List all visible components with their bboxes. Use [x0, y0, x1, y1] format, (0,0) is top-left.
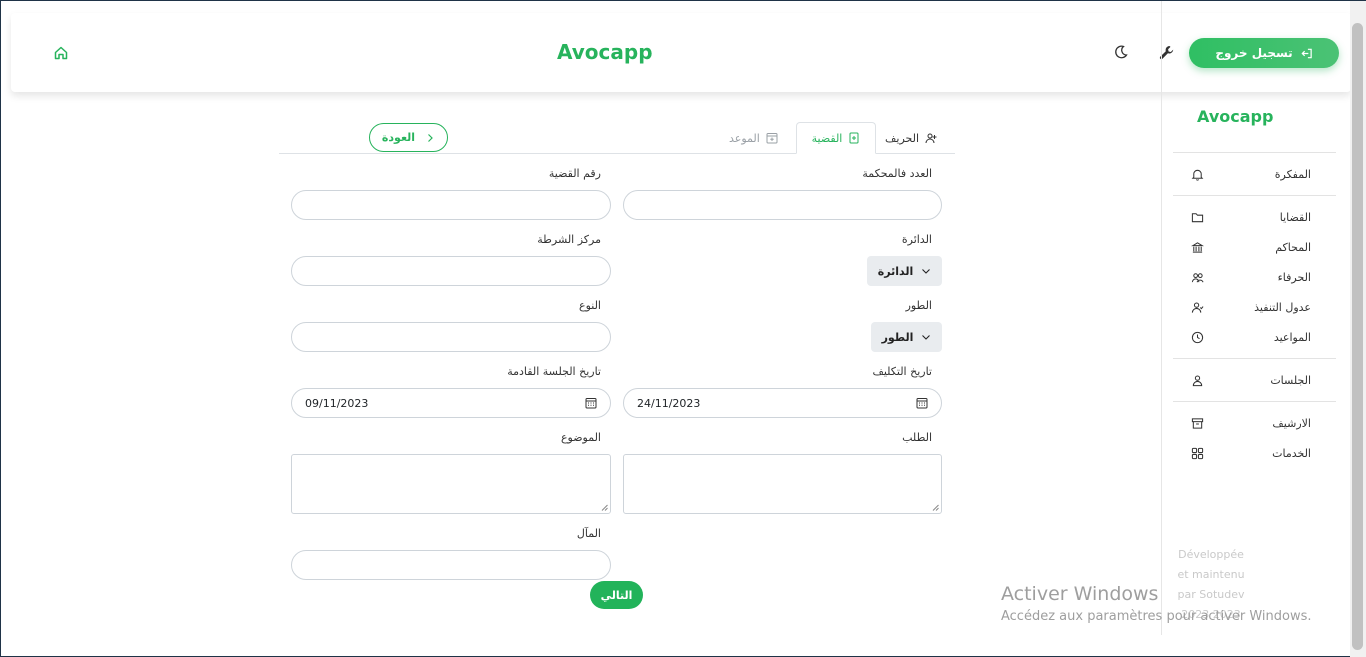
file-plus-icon: [849, 132, 859, 144]
footer-line: et maintenu: [1177, 568, 1245, 581]
sidebar-item-bailiffs[interactable]: عدول التنفيذ: [1191, 296, 1311, 318]
sidebar-item-label: عدول التنفيذ: [1254, 300, 1311, 314]
request-label: الطلب: [902, 431, 932, 444]
folder-icon: [1191, 212, 1204, 222]
sidebar-item-label: المفكرة: [1274, 167, 1311, 181]
sidebar-item-label: الارشيف: [1272, 416, 1311, 430]
windows-watermark-subtitle: Accédez aux paramètres pour activer Wind…: [1001, 609, 1312, 624]
assign-date-value: 24/11/2023: [637, 396, 701, 410]
chevron-down-icon: [922, 269, 931, 274]
moon-icon[interactable]: [1113, 44, 1129, 60]
tab-label: الموعد: [729, 131, 760, 145]
sidebar-item-appointments[interactable]: المواعيد: [1191, 326, 1311, 348]
circuit-label: الدائرة: [901, 233, 932, 246]
tab-label: الحريف: [885, 131, 920, 145]
sidebar-separator: [1173, 401, 1336, 402]
type-label: النوع: [579, 299, 601, 312]
user-check-icon: [1191, 302, 1204, 313]
footer-line: par Sotudev: [1177, 588, 1245, 601]
sidebar-item-label: الخدمات: [1272, 446, 1311, 460]
stage-dropdown[interactable]: الطور: [871, 322, 942, 352]
windows-watermark-title: Activer Windows: [1001, 583, 1159, 605]
tab-appointment[interactable]: الموعد: [729, 122, 778, 154]
sidebar-item-sessions[interactable]: الجلسات: [1191, 369, 1311, 391]
next-session-label: تاريخ الجلسة القادمة: [507, 365, 601, 378]
chevron-right-icon: [428, 133, 433, 142]
back-button[interactable]: العودة: [369, 123, 448, 152]
app-brand: Avocapp: [557, 40, 653, 64]
logout-label: تسجيل خروج: [1215, 46, 1293, 60]
circuit-dropdown[interactable]: الدائرة: [867, 256, 942, 286]
clock-icon: [1191, 331, 1204, 343]
court-number-input[interactable]: [623, 190, 942, 220]
users-icon: [1191, 272, 1204, 282]
grid-icon: [1191, 447, 1204, 459]
stage-dropdown-value: الطور: [881, 330, 914, 344]
sidebar-item-cases[interactable]: القضايا: [1191, 206, 1311, 228]
tab-client[interactable]: الحريف: [885, 122, 937, 154]
type-input[interactable]: [291, 322, 611, 352]
building-icon: [1191, 241, 1204, 253]
calendar-plus-icon: [766, 133, 778, 144]
sidebar-item-notebook[interactable]: المفكرة: [1191, 163, 1311, 185]
back-label: العودة: [381, 131, 416, 144]
calendar-icon[interactable]: [585, 397, 597, 409]
assign-date-input[interactable]: 24/11/2023: [623, 388, 942, 418]
sidebar-separator: [1173, 358, 1336, 359]
sidebar-brand: Avocapp: [1197, 107, 1274, 126]
tab-label: القضية: [811, 131, 843, 145]
home-icon[interactable]: [53, 45, 69, 61]
sidebar-item-label: الحرفاء: [1277, 270, 1311, 284]
sidebar-item-courts[interactable]: المحاكم: [1191, 236, 1311, 258]
calendar-icon[interactable]: [916, 397, 928, 409]
user-plus-icon: [925, 133, 937, 144]
court-number-label: العدد فالمحكمة: [862, 167, 932, 180]
resize-grip-icon[interactable]: [601, 504, 608, 511]
circuit-dropdown-value: الدائرة: [877, 264, 914, 278]
next-session-date-value: 09/11/2023: [305, 396, 369, 410]
top-header: Avocapp تسجيل خروج: [11, 13, 1351, 92]
sidebar-item-services[interactable]: الخدمات: [1191, 442, 1311, 464]
next-session-date-input[interactable]: 09/11/2023: [291, 388, 611, 418]
stage-label: الطور: [905, 299, 932, 312]
request-textarea[interactable]: [623, 454, 942, 514]
assign-date-label: تاريخ التكليف: [872, 365, 932, 378]
police-station-label: مركز الشرطة: [537, 233, 601, 246]
scrollbar-thumb[interactable]: [1352, 23, 1363, 650]
bell-icon: [1191, 169, 1204, 181]
police-station-input[interactable]: [291, 256, 611, 286]
subject-label: الموضوع: [560, 431, 601, 444]
subject-textarea[interactable]: [291, 454, 611, 514]
outcome-label: المآل: [576, 527, 601, 540]
tab-case[interactable]: القضية: [796, 122, 876, 154]
sidebar-divider: [1161, 1, 1162, 635]
sidebar-item-label: الجلسات: [1270, 373, 1311, 387]
footer-line: Développée: [1178, 548, 1244, 561]
resize-grip-icon[interactable]: [932, 504, 939, 511]
sidebar-item-label: المواعيد: [1273, 330, 1311, 344]
person-icon: [1192, 375, 1203, 386]
sidebar-item-label: المحاكم: [1275, 240, 1311, 254]
sidebar-item-archive[interactable]: الارشيف: [1191, 412, 1311, 434]
case-number-input[interactable]: [291, 190, 611, 220]
chevron-down-icon: [922, 335, 931, 340]
next-button[interactable]: التالي: [590, 581, 643, 609]
case-number-label: رقم القضية: [548, 167, 601, 180]
archive-icon: [1191, 417, 1204, 429]
sidebar-item-label: القضايا: [1279, 210, 1311, 224]
logout-icon: [1301, 48, 1312, 58]
sidebar-item-clients[interactable]: الحرفاء: [1191, 266, 1311, 288]
outcome-input[interactable]: [291, 550, 611, 580]
sidebar-separator: [1173, 195, 1336, 196]
logout-button[interactable]: تسجيل خروج: [1189, 38, 1339, 68]
sidebar-separator: [1173, 152, 1336, 153]
